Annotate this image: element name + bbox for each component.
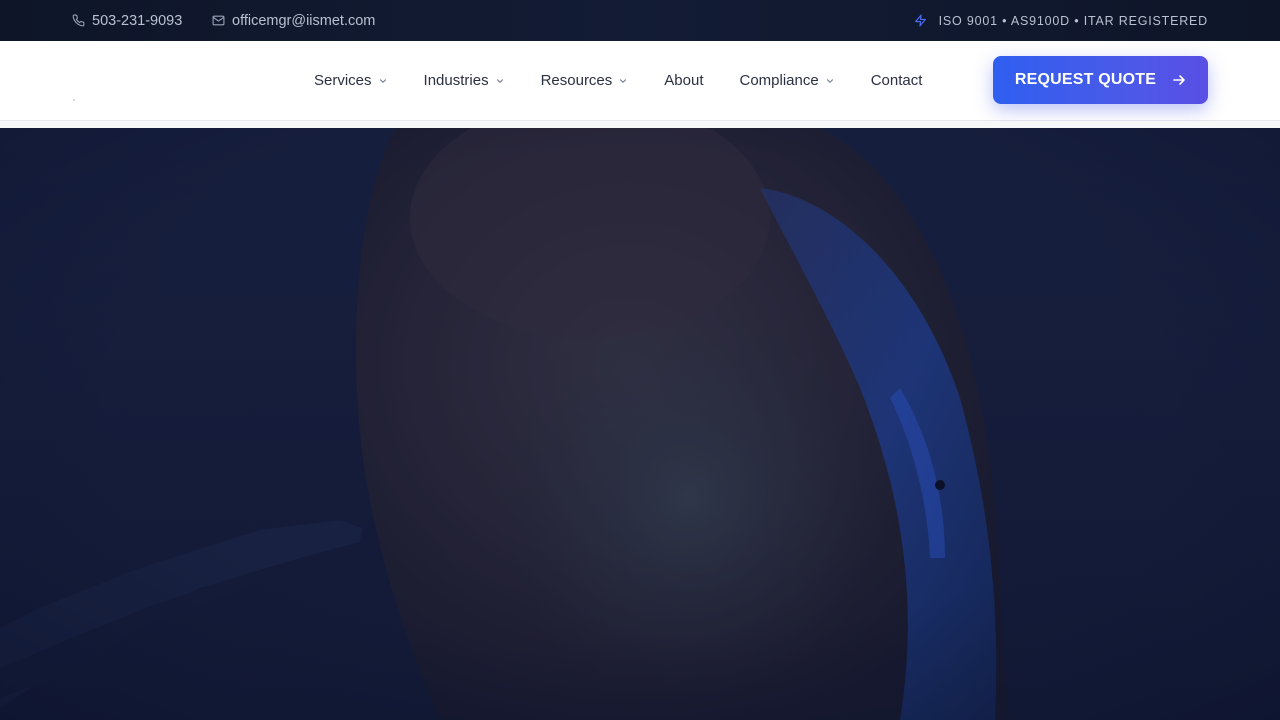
hero-background-image [0, 128, 1280, 720]
nav-item-label: Services [314, 72, 372, 89]
hero-section [0, 128, 1280, 720]
nav-item-label: Resources [540, 72, 613, 89]
phone-link[interactable]: 503-231-9093 [72, 0, 182, 41]
email-link[interactable]: officemgr@iismet.com [212, 0, 375, 41]
mail-icon [212, 14, 225, 27]
nav-item-label: About [664, 72, 704, 89]
logo[interactable] [73, 99, 75, 101]
top-contact-bar: 503-231-9093 officemgr@iismet.com ISO 90… [0, 0, 1280, 41]
chevron-down-icon [495, 76, 505, 86]
phone-number: 503-231-9093 [92, 12, 183, 29]
nav-item-resources[interactable]: Resources [541, 72, 629, 89]
request-quote-label: REQUEST QUOTE [1014, 71, 1157, 88]
nav-item-label: Compliance [739, 72, 819, 89]
nav-item-services[interactable]: Services [314, 72, 388, 89]
nav-item-label: Industries [423, 72, 489, 89]
chevron-down-icon [618, 76, 628, 86]
phone-icon [72, 14, 85, 27]
certifications-text: ISO 9001 • AS9100D • ITAR REGISTERED [938, 13, 1208, 28]
chevron-down-icon [825, 76, 835, 86]
email-address: officemgr@iismet.com [232, 12, 376, 29]
lightning-icon [914, 14, 927, 27]
nav-links: Services Industries Resources About Comp… [314, 41, 958, 120]
nav-item-compliance[interactable]: Compliance [739, 72, 834, 89]
request-quote-button[interactable]: REQUEST QUOTE [993, 56, 1208, 104]
main-navigation: Services Industries Resources About Comp… [0, 41, 1280, 121]
nav-item-industries[interactable]: Industries [424, 72, 505, 89]
certifications: ISO 9001 • AS9100D • ITAR REGISTERED [914, 0, 1208, 41]
nav-item-contact[interactable]: Contact [871, 72, 923, 89]
nav-hero-gap [0, 121, 1280, 128]
arrow-right-icon [1172, 73, 1186, 87]
chevron-down-icon [378, 76, 388, 86]
nav-item-about[interactable]: About [664, 72, 703, 89]
nav-item-label: Contact [870, 72, 923, 89]
